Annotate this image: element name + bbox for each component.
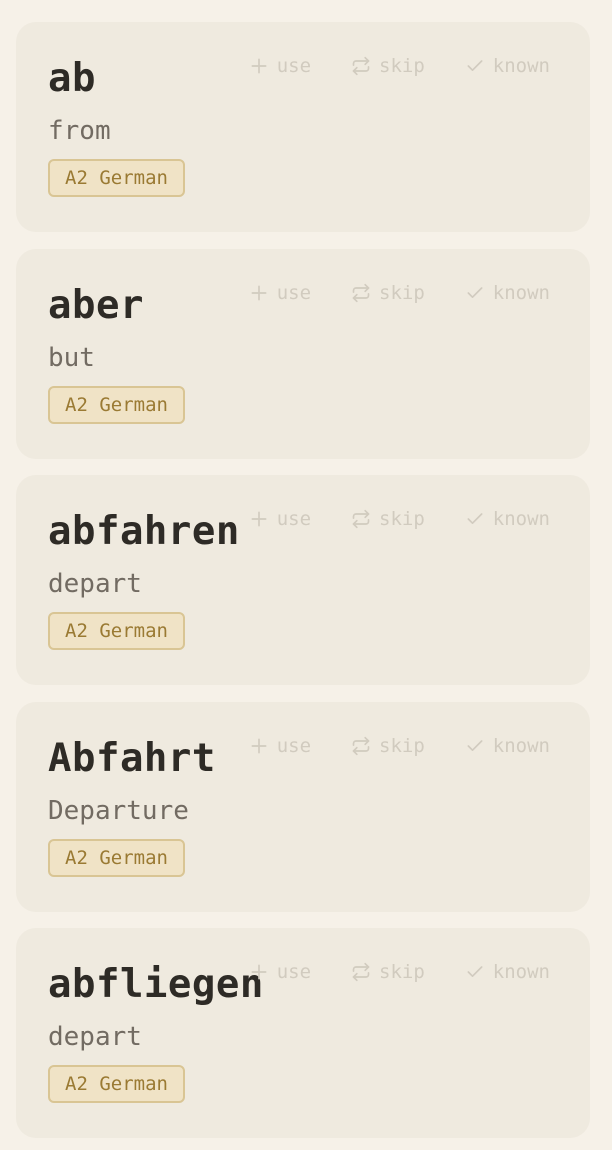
use-button[interactable]: use xyxy=(249,508,311,530)
plus-icon xyxy=(251,964,267,980)
word-card: aber but A2 German use skip known xyxy=(16,249,590,459)
word-translation: Departure xyxy=(48,796,189,826)
known-button[interactable]: known xyxy=(465,508,550,530)
check-icon xyxy=(467,740,483,751)
word-title: Abfahrt xyxy=(48,736,216,781)
word-translation: from xyxy=(48,116,111,146)
known-label: known xyxy=(492,282,550,304)
known-button[interactable]: known xyxy=(465,735,550,757)
skip-button[interactable]: skip xyxy=(351,55,425,77)
word-card: abfliegen depart A2 German use skip know… xyxy=(16,928,590,1138)
skip-button[interactable]: skip xyxy=(351,508,425,530)
use-button[interactable]: use xyxy=(249,55,311,77)
word-title: ab xyxy=(48,56,96,101)
plus-icon xyxy=(251,738,267,754)
plus-icon xyxy=(251,58,267,74)
card-actions: use skip known xyxy=(249,735,550,757)
use-label: use xyxy=(276,55,312,77)
word-title: abfliegen xyxy=(48,962,264,1007)
known-label: known xyxy=(492,735,550,757)
use-label: use xyxy=(276,735,312,757)
known-label: known xyxy=(492,961,550,983)
level-badge: A2 German xyxy=(48,839,185,877)
skip-label: skip xyxy=(379,55,425,77)
skip-label: skip xyxy=(379,735,425,757)
word-translation: but xyxy=(48,343,95,373)
use-label: use xyxy=(276,282,312,304)
level-badge: A2 German xyxy=(48,386,185,424)
repeat-icon xyxy=(352,283,370,303)
card-actions: use skip known xyxy=(249,55,550,77)
skip-label: skip xyxy=(379,508,425,530)
check-icon xyxy=(467,287,483,298)
known-label: known xyxy=(492,508,550,530)
known-button[interactable]: known xyxy=(465,55,550,77)
word-card: Abfahrt Departure A2 German use skip kno… xyxy=(16,702,590,912)
known-button[interactable]: known xyxy=(465,961,550,983)
word-translation: depart xyxy=(48,1022,142,1052)
repeat-icon xyxy=(352,56,370,76)
check-icon xyxy=(467,60,483,71)
skip-button[interactable]: skip xyxy=(351,961,425,983)
level-badge: A2 German xyxy=(48,1065,185,1103)
known-label: known xyxy=(492,55,550,77)
skip-button[interactable]: skip xyxy=(351,735,425,757)
use-label: use xyxy=(276,508,312,530)
card-actions: use skip known xyxy=(249,508,550,530)
plus-icon xyxy=(251,285,267,301)
use-button[interactable]: use xyxy=(249,961,311,983)
known-button[interactable]: known xyxy=(465,282,550,304)
use-button[interactable]: use xyxy=(249,735,311,757)
skip-label: skip xyxy=(379,282,425,304)
word-title: aber xyxy=(48,283,144,328)
card-actions: use skip known xyxy=(249,282,550,304)
plus-icon xyxy=(251,511,267,527)
card-actions: use skip known xyxy=(249,961,550,983)
use-button[interactable]: use xyxy=(249,282,311,304)
level-badge: A2 German xyxy=(48,159,185,197)
repeat-icon xyxy=(352,736,370,756)
word-card: abfahren depart A2 German use skip known xyxy=(16,475,590,685)
skip-button[interactable]: skip xyxy=(351,282,425,304)
check-icon xyxy=(467,966,483,977)
check-icon xyxy=(467,513,483,524)
skip-label: skip xyxy=(379,961,425,983)
repeat-icon xyxy=(352,962,370,982)
repeat-icon xyxy=(352,509,370,529)
level-badge: A2 German xyxy=(48,612,185,650)
word-card: ab from A2 German use skip known xyxy=(16,22,590,232)
word-title: abfahren xyxy=(48,509,240,554)
use-label: use xyxy=(276,961,312,983)
word-translation: depart xyxy=(48,569,142,599)
